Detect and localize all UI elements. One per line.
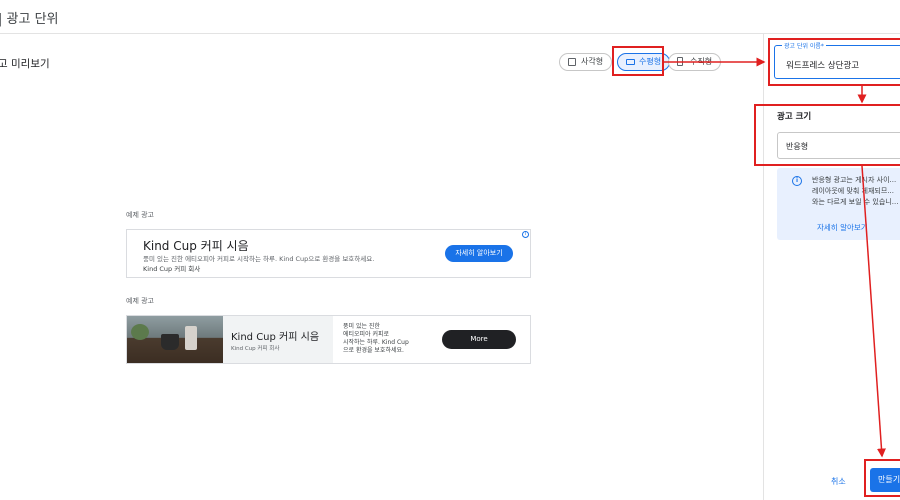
format-horizontal-label: 수평형 <box>639 57 662 66</box>
ad-description: 풍미 있는 진한 에티오피아 커피로 시작하는 하루. Kind Cup으로 환… <box>143 255 375 263</box>
square-icon <box>568 58 576 66</box>
info-text: 반응형 광고는 게시자 사이... 레이아웃에 맞춰 게재되므... 와는 다르… <box>812 176 899 206</box>
horizontal-rect-icon <box>626 59 635 65</box>
create-button[interactable]: 만들기 <box>870 468 900 492</box>
sample-ad-image[interactable]: Kind Cup 커피 시음 Kind Cup 커피 회사 풍미 있는 진한 에… <box>126 315 531 364</box>
format-square-button[interactable]: 사각형 <box>559 53 613 71</box>
format-horizontal-button[interactable]: 수평형 <box>617 53 671 71</box>
format-square-label: 사각형 <box>581 57 604 66</box>
learn-more-link[interactable]: 자세히 알아보기 <box>817 222 868 233</box>
sample-ad-label: 예제 광고 <box>126 211 154 219</box>
ad-advertiser: Kind Cup 커피 회사 <box>231 346 280 352</box>
sample-ad-text[interactable]: Kind Cup 커피 시음 풍미 있는 진한 에티오피아 커피로 시작하는 하… <box>126 229 531 278</box>
ad-unit-name-label: 광고 단위 이름* <box>782 41 826 50</box>
ad-more-button[interactable]: More <box>442 330 516 349</box>
vertical-rect-icon <box>677 57 683 66</box>
settings-panel <box>763 34 900 500</box>
ad-choices-icon[interactable]: i <box>522 231 529 238</box>
ad-image <box>127 316 223 363</box>
format-vertical-label: 수직형 <box>690 57 713 66</box>
top-bar: | 광고 단위 <box>0 0 900 34</box>
ad-title: Kind Cup 커피 시음 <box>143 239 249 253</box>
ad-advertiser: Kind Cup 커피 회사 <box>143 265 201 273</box>
sample-ad-label: 예제 광고 <box>126 297 154 305</box>
ad-unit-name-value: 워드프레스 상단광고 <box>786 61 860 71</box>
ad-size-value: 반응형 <box>786 142 809 151</box>
preview-title: 고 미리보기 <box>0 58 50 70</box>
ad-title: Kind Cup 커피 시음 <box>231 332 320 343</box>
ad-cta-button[interactable]: 자세히 알아보기 <box>445 245 513 262</box>
cancel-button[interactable]: 취소 <box>831 476 846 487</box>
format-vertical-button[interactable]: 수직형 <box>668 53 722 71</box>
page-title: | 광고 단위 <box>0 12 59 27</box>
ad-description: 풍미 있는 진한 에티오피아 커피로 시작하는 하루. Kind Cup 으로 … <box>343 323 409 354</box>
ad-size-title: 광고 크기 <box>777 112 812 122</box>
info-icon: i <box>792 176 802 186</box>
